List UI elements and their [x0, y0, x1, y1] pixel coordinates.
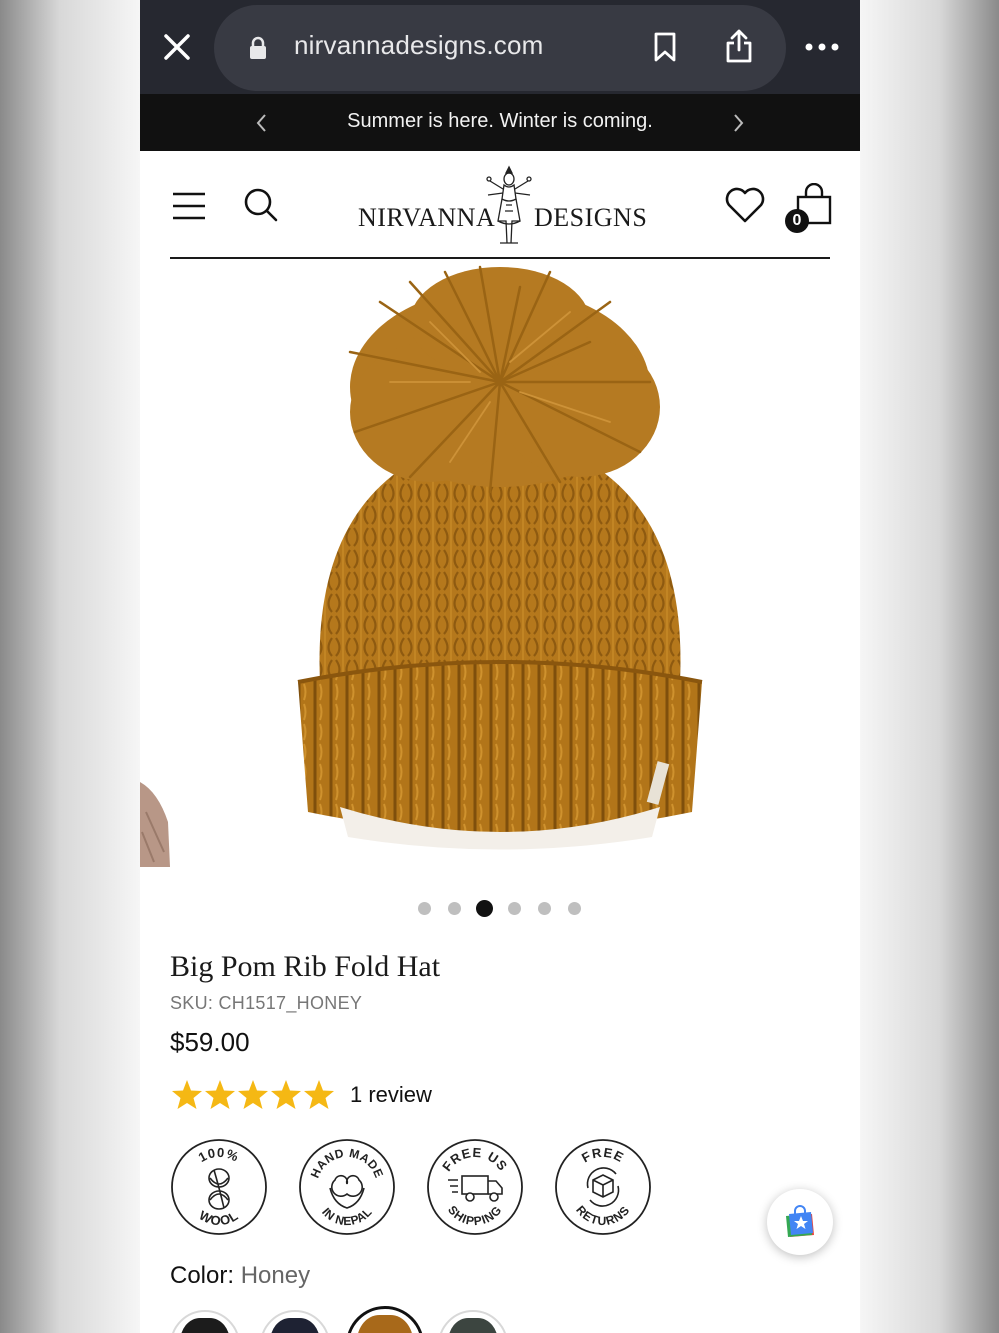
menu-icon[interactable] [172, 191, 206, 221]
handmade-badge-icon: HAND MADE IN NEPAL [299, 1139, 395, 1235]
carousel-dot-5[interactable] [538, 902, 551, 915]
swatch-black[interactable] [170, 1310, 240, 1333]
carousel-dot-2[interactable] [448, 902, 461, 915]
star-icon [238, 1080, 268, 1109]
carousel-dot-3-active[interactable] [476, 900, 493, 917]
carousel-dot-1[interactable] [418, 902, 431, 915]
shipping-badge-icon: FREE US SHIPPING [427, 1139, 523, 1235]
phone-screen: nirvannadesigns.com Summer is here. Wint… [140, 0, 860, 1333]
product-image-carousel[interactable] [140, 262, 860, 872]
site-header: NIRVANNA DESIGNS 0 [140, 151, 860, 259]
carousel-dot-6[interactable] [568, 902, 581, 915]
shop-app-button[interactable] [767, 1189, 833, 1255]
svg-text:100%: 100% [196, 1145, 242, 1165]
star-icon [205, 1080, 235, 1109]
badge-handmade-top: HAND MADE [308, 1146, 386, 1180]
product-image-hat [297, 265, 703, 850]
chevron-right-icon[interactable] [728, 112, 748, 134]
feature-badges: 100% WOOL HAND MADE IN NEPAL FREE US SHI… [170, 1138, 670, 1238]
badge-returns-top: FREE [579, 1145, 626, 1166]
color-selector-label: Color: Honey [170, 1262, 310, 1290]
carousel-dot-4[interactable] [508, 902, 521, 915]
wool-badge-icon: 100% WOOL [171, 1139, 267, 1235]
search-icon[interactable] [243, 187, 279, 223]
rating-stars[interactable] [170, 1078, 340, 1112]
deity-logo-icon [486, 165, 532, 244]
svg-text:FREE US: FREE US [439, 1145, 511, 1174]
lock-icon [250, 36, 266, 59]
review-count-link[interactable]: 1 review [350, 1082, 432, 1108]
badge-wool-bottom: WOOL [197, 1208, 241, 1229]
svg-text:WOOL: WOOL [197, 1208, 242, 1229]
star-icon [172, 1080, 202, 1109]
star-icon [304, 1080, 334, 1109]
product-title: Big Pom Rib Fold Hat [170, 950, 441, 983]
logo-text-left: NIRVANNA [358, 203, 496, 232]
swatch-honey-selected[interactable] [346, 1306, 424, 1333]
previous-slide-peek[interactable] [140, 782, 170, 867]
wishlist-heart-icon[interactable] [724, 185, 766, 225]
star-icon [271, 1080, 301, 1109]
svg-text:FREE: FREE [579, 1145, 627, 1166]
swatch-green[interactable] [438, 1310, 508, 1333]
shopping-bag-star-icon [786, 1205, 814, 1237]
badge-shipping-top: FREE US [439, 1145, 510, 1174]
product-sku: SKU: CH1517_HONEY [170, 993, 363, 1013]
cart-count-badge: 0 [785, 209, 809, 233]
svg-text:SHIPPING: SHIPPING [445, 1203, 505, 1229]
carousel-dots [140, 900, 860, 917]
announcement-text: Summer is here. Winter is coming. [347, 110, 653, 132]
browser-toolbar: nirvannadesigns.com [140, 0, 860, 94]
returns-badge-icon: FREE RETURNS [555, 1139, 651, 1235]
logo-text-right: DESIGNS [534, 203, 648, 232]
badge-shipping-bottom: SHIPPING [445, 1203, 504, 1229]
header-divider [170, 257, 830, 259]
close-icon[interactable] [162, 32, 192, 62]
product-price: $59.00 [170, 1027, 250, 1057]
site-logo[interactable]: NIRVANNA DESIGNS [354, 165, 648, 247]
announcement-bar: Summer is here. Winter is coming. [140, 94, 860, 151]
swatch-navy[interactable] [260, 1310, 330, 1333]
color-swatches [170, 1306, 570, 1333]
url-text[interactable]: nirvannadesigns.com [294, 30, 544, 61]
more-options-icon[interactable] [804, 38, 840, 56]
color-label: Color: [170, 1262, 235, 1289]
color-value: Honey [240, 1262, 311, 1289]
badge-wool-top: 100% [196, 1145, 241, 1165]
bookmark-icon[interactable] [652, 31, 678, 63]
share-icon[interactable] [724, 28, 754, 64]
svg-text:HAND MADE: HAND MADE [308, 1146, 387, 1180]
